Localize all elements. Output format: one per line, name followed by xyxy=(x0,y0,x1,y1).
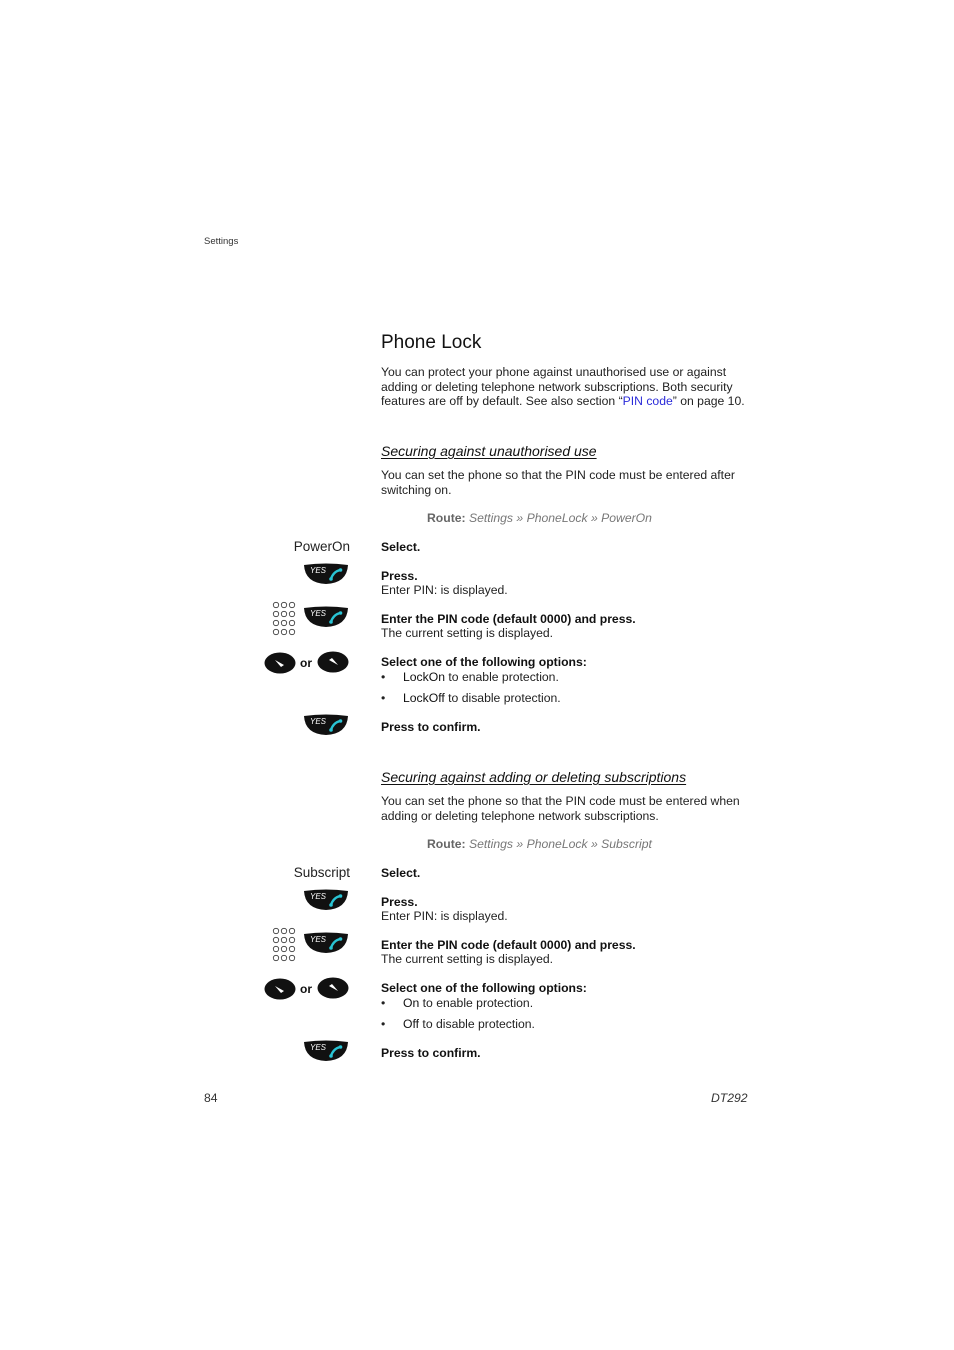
step-confirm: Press to confirm. xyxy=(381,720,481,734)
option-name: LockOn xyxy=(403,670,446,684)
yes-key-icon xyxy=(303,932,349,954)
nav-up-key-icon xyxy=(317,651,349,673)
nav-down-key-icon xyxy=(264,978,296,1000)
option-desc: to disable protection. xyxy=(419,1017,535,1031)
option-lockon: • LockOn to enable protection. xyxy=(381,670,559,684)
option-name: LockOff xyxy=(403,691,445,705)
page-title: Phone Lock xyxy=(381,332,482,353)
route-path: Settings » PhoneLock » Subscript xyxy=(468,837,652,851)
or-label: or xyxy=(300,982,312,996)
intro-paragraph: You can protect your phone against unaut… xyxy=(381,365,761,409)
keypad-icon xyxy=(272,601,298,637)
option-off: • Off to disable protection. xyxy=(381,1017,535,1031)
yes-key-icon xyxy=(303,606,349,628)
yes-key-icon xyxy=(303,1040,349,1062)
keypad-icon xyxy=(272,927,298,963)
yes-key-icon xyxy=(303,714,349,736)
step-select: Select. xyxy=(381,866,421,880)
section-heading-unauthorised-use: Securing against unauthorised use xyxy=(381,443,597,459)
route: Route: Settings » PhoneLock » PowerOn xyxy=(427,511,652,525)
option-desc: to enable protection. xyxy=(419,996,534,1010)
bullet-icon: • xyxy=(381,670,386,684)
running-header: Settings xyxy=(204,236,239,247)
option-desc: to disable protection. xyxy=(444,691,561,705)
option-name: On xyxy=(403,996,420,1010)
step-confirm: Press to confirm. xyxy=(381,1046,481,1060)
option-lockoff: • LockOff to disable protection. xyxy=(381,691,561,705)
option-desc: to enable protection. xyxy=(445,670,559,684)
menu-item-poweron: PowerOn xyxy=(293,539,350,554)
step-press-note: Enter PIN: is displayed. xyxy=(381,909,508,923)
pin-code-link[interactable]: PIN code xyxy=(623,394,673,408)
section-description: You can set the phone so that the PIN co… xyxy=(381,794,740,823)
or-label: or xyxy=(300,656,312,670)
nav-up-key-icon xyxy=(317,977,349,999)
step-select-option: Select one of the following options: xyxy=(381,655,587,669)
section-description: You can set the phone so that the PIN co… xyxy=(381,468,735,497)
step-select-option: Select one of the following options: xyxy=(381,981,587,995)
option-on: • On to enable protection. xyxy=(381,996,533,1010)
bullet-icon: • xyxy=(381,1017,386,1031)
step-enter-pin-note: The current setting is displayed. xyxy=(381,626,554,640)
bullet-icon: • xyxy=(381,996,386,1010)
section-heading-subscriptions: Securing against adding or deleting subs… xyxy=(381,769,687,785)
page-number: 84 xyxy=(204,1091,218,1105)
step-select: Select. xyxy=(381,540,421,554)
nav-down-key-icon xyxy=(264,652,296,674)
intro-text-end: ” on page 10. xyxy=(672,394,745,409)
route-label: Route: xyxy=(427,837,466,851)
option-name: Off xyxy=(403,1017,420,1031)
yes-key-icon xyxy=(303,563,349,585)
yes-key-icon xyxy=(303,889,349,911)
step-enter-pin: Enter the PIN code (default 0000) and pr… xyxy=(381,612,636,626)
step-enter-pin-note: The current setting is displayed. xyxy=(381,952,554,966)
bullet-icon: • xyxy=(381,691,386,705)
model-name: DT292 xyxy=(711,1091,748,1105)
menu-item-subscript: Subscript xyxy=(293,865,350,880)
route-label: Route: xyxy=(427,511,466,525)
step-press-note: Enter PIN: is displayed. xyxy=(381,583,508,597)
route-path: Settings » PhoneLock » PowerOn xyxy=(468,511,652,525)
step-enter-pin: Enter the PIN code (default 0000) and pr… xyxy=(381,938,636,952)
route: Route: Settings » PhoneLock » Subscript xyxy=(427,837,652,851)
step-press: Press. xyxy=(381,895,418,909)
step-press: Press. xyxy=(381,569,418,583)
